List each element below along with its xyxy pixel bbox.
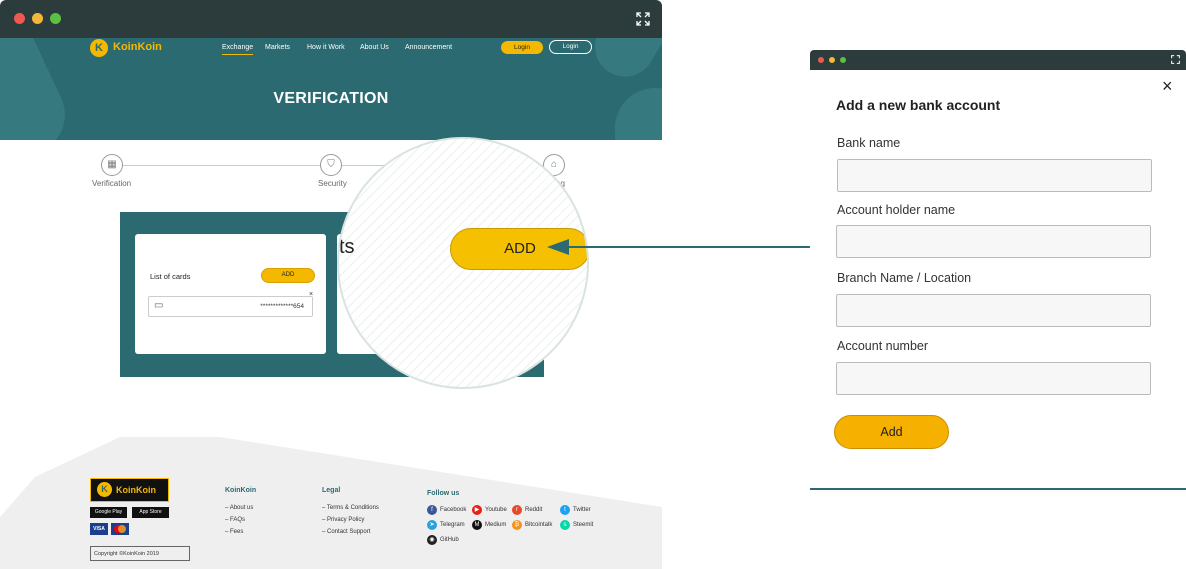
telegram-icon[interactable]: ➤ <box>427 520 437 530</box>
credit-card-icon: ▭ <box>154 300 164 311</box>
minimize-dot-icon[interactable] <box>32 13 43 24</box>
decor-blob <box>584 38 662 88</box>
shield-icon[interactable]: ⛉ <box>320 154 342 176</box>
zoom-magnifier: ts ADD <box>337 137 589 389</box>
social-github[interactable]: GitHub <box>440 537 459 543</box>
expand-icon[interactable] <box>636 12 650 26</box>
branch-location-label: Branch Name / Location <box>837 271 972 285</box>
nav-announcement[interactable]: Announcement <box>405 44 452 51</box>
close-icon[interactable]: × <box>1162 76 1173 97</box>
close-dot-icon[interactable] <box>818 57 824 63</box>
card-row[interactable]: ▭ *************654 <box>148 296 313 317</box>
arrow-left-icon <box>547 239 569 255</box>
social-steemit[interactable]: Steemit <box>573 522 593 528</box>
browser-window-modal: Add a new bank account × Bank name Accou… <box>810 50 1186 490</box>
footer-link-terms[interactable]: – Terms & Conditions <box>322 505 379 511</box>
follow-us-title: Follow us <box>427 490 460 497</box>
social-youtube[interactable]: Youtube <box>485 507 507 513</box>
footer-link-privacy[interactable]: – Privacy Policy <box>322 517 364 523</box>
window-titlebar <box>0 0 662 38</box>
bank-name-input[interactable] <box>837 159 1152 192</box>
expand-icon[interactable] <box>1171 55 1180 64</box>
social-telegram[interactable]: Telegram <box>440 522 465 528</box>
account-holder-input[interactable] <box>836 225 1151 258</box>
cards-title: List of cards <box>150 272 191 281</box>
hero-banner: K KoinKoin Exchange Markets How it Work … <box>0 38 662 140</box>
decor-blob <box>0 38 78 140</box>
add-card-button[interactable]: ADD <box>261 268 315 283</box>
brand-name[interactable]: KoinKoin <box>113 41 162 53</box>
login-button-primary[interactable]: Login <box>501 41 543 54</box>
modal-title: Add a new bank account <box>836 97 1001 113</box>
footer-logo[interactable]: K KoinKoin <box>90 478 169 502</box>
steemit-icon[interactable]: s <box>560 520 570 530</box>
bank-name-label: Bank name <box>837 136 901 150</box>
remove-card-icon[interactable]: × <box>309 291 313 298</box>
qr-icon[interactable]: ▦ <box>101 154 123 176</box>
account-holder-label: Account holder name <box>837 203 956 217</box>
mastercard-icon <box>111 523 129 535</box>
connector-line <box>568 246 810 248</box>
step-verification: Verification <box>92 179 132 188</box>
social-twitter[interactable]: Twitter <box>573 507 591 513</box>
logo-icon: K <box>97 482 112 497</box>
youtube-icon[interactable]: ▶ <box>472 505 482 515</box>
nav-how-it-work[interactable]: How it Work <box>307 44 345 51</box>
footer-link-faqs[interactable]: – FAQs <box>225 517 245 523</box>
visa-icon: VISA <box>90 523 108 535</box>
browser-window-main: K KoinKoin Exchange Markets How it Work … <box>0 0 662 569</box>
footer-col-legal-title: Legal <box>322 487 341 494</box>
branch-location-input[interactable] <box>836 294 1151 327</box>
app-store-badge[interactable]: App Store <box>132 507 169 518</box>
footer-link-about[interactable]: – About us <box>225 505 253 511</box>
account-number-label: Account number <box>837 339 929 353</box>
social-reddit[interactable]: Reddit <box>525 507 542 513</box>
footer-link-fees[interactable]: – Fees <box>225 529 243 535</box>
social-bitcointalk[interactable]: Bitcointalk <box>525 522 552 528</box>
add-submit-button[interactable]: Add <box>834 415 949 449</box>
page-title: VERIFICATION <box>273 90 389 107</box>
card-number: *************654 <box>260 303 304 310</box>
maximize-dot-icon[interactable] <box>50 13 61 24</box>
logo-icon[interactable]: K <box>90 39 108 57</box>
medium-icon[interactable]: M <box>472 520 482 530</box>
window-titlebar <box>810 50 1186 70</box>
cards-card: List of cards ADD ▭ *************654 × <box>135 234 326 354</box>
maximize-dot-icon[interactable] <box>840 57 846 63</box>
footer-brand: KoinKoin <box>116 485 156 495</box>
nav-about-us[interactable]: About Us <box>360 44 389 51</box>
nav-markets[interactable]: Markets <box>265 44 290 51</box>
social-medium[interactable]: Medium <box>485 522 506 528</box>
github-icon[interactable]: ◉ <box>427 535 437 545</box>
step-security: Security <box>318 179 347 188</box>
partial-heading: ts <box>339 236 355 258</box>
minimize-dot-icon[interactable] <box>829 57 835 63</box>
twitter-icon[interactable]: t <box>560 505 570 515</box>
account-number-input[interactable] <box>836 362 1151 395</box>
google-play-badge[interactable]: Google Play <box>90 507 127 518</box>
close-dot-icon[interactable] <box>14 13 25 24</box>
nav-exchange[interactable]: Exchange <box>222 44 254 55</box>
reddit-icon[interactable]: r <box>512 505 522 515</box>
footer-link-contact[interactable]: – Contact Support <box>322 529 370 535</box>
login-button-secondary[interactable]: Login <box>549 40 592 54</box>
facebook-icon[interactable]: f <box>427 505 437 515</box>
footer-col-koinkoin-title: KoinKoin <box>225 487 257 494</box>
social-facebook[interactable]: Facebook <box>440 507 466 513</box>
copyright: Copyright ©KoinKoin 2019 <box>90 546 190 561</box>
bitcointalk-icon[interactable]: ₿ <box>512 520 522 530</box>
